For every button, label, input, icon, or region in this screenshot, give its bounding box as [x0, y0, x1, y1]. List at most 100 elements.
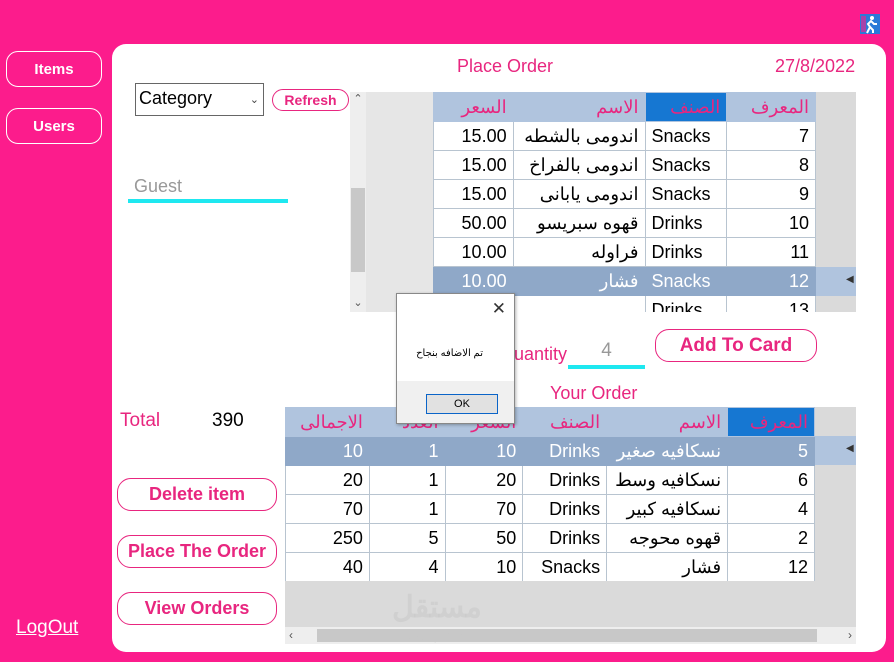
cell-category: Drinks: [644, 208, 728, 238]
cell-price: 50.00: [433, 208, 514, 238]
close-icon[interactable]: ✕: [492, 299, 506, 319]
cell-category: Snacks: [644, 266, 728, 296]
cell-category: Snacks: [644, 121, 728, 151]
scrollbar-thumb[interactable]: [317, 629, 817, 642]
cell-id: 4: [727, 494, 815, 524]
cell-id: 6: [727, 465, 815, 495]
cell-price: 10: [444, 552, 524, 581]
scroll-right-icon[interactable]: ›: [848, 628, 852, 642]
cell-id: 7: [726, 121, 816, 151]
cell-price: 50: [444, 523, 524, 553]
cell-category: Snacks: [644, 179, 728, 209]
cell-id: 13: [726, 295, 816, 312]
order-col-id[interactable]: المعرف: [727, 407, 815, 437]
ok-button[interactable]: OK: [426, 394, 498, 414]
cell-qty: 1: [368, 465, 446, 495]
cell-total: 40: [285, 552, 370, 581]
table-row[interactable]: 15.00 اندومى بالفراخ Snacks 8: [433, 150, 816, 180]
cell-id: 10: [726, 208, 816, 238]
cell-id: 11: [726, 237, 816, 267]
cell-qty: 4: [368, 552, 446, 581]
cell-total: 20: [285, 465, 370, 495]
cell-name: اندومى بالفراخ: [512, 150, 646, 180]
cell-category: Drinks: [644, 237, 728, 267]
items-button[interactable]: Items: [6, 51, 102, 87]
items-col-price[interactable]: السعر: [433, 92, 514, 122]
place-order-title: Place Order: [457, 56, 554, 76]
table-row[interactable]: 15.00 اندومى يابانى Snacks 9: [433, 179, 816, 209]
items-grid: السعر الاسم الصنف المعرف 15.00 اندومى با…: [433, 92, 816, 312]
table-row[interactable]: 10.00 فراوله Drinks 11: [433, 237, 816, 267]
cell-name: نسكافيه وسط: [606, 465, 729, 495]
items-col-category[interactable]: الصنف: [644, 92, 728, 122]
scroll-down-icon[interactable]: ⌄: [350, 296, 366, 309]
cell-price: 20: [444, 465, 524, 495]
row-pointer-icon: ◀: [846, 274, 854, 285]
cell-name: فشار: [606, 552, 729, 581]
scroll-left-icon[interactable]: ‹: [289, 628, 293, 642]
scrollbar-thumb[interactable]: [351, 188, 365, 272]
cell-id: 5: [727, 436, 815, 466]
table-row[interactable]: 50.00 قهوه سبريسو Drinks 10: [433, 208, 816, 238]
cell-id: 12: [726, 266, 816, 296]
table-row-selected[interactable]: 10.00 فشار Snacks 12: [433, 266, 816, 296]
total-value: 390: [212, 410, 244, 431]
cell-name: قهوه سبريسو: [512, 208, 646, 238]
order-date: 27/8/2022: [775, 56, 856, 76]
watermark-logo: مستقل: [392, 591, 482, 624]
users-button[interactable]: Users: [6, 108, 102, 144]
table-row[interactable]: 250 5 50 Drinks قهوه محوجه 2: [285, 523, 815, 553]
cell-name: نسكافيه كبير: [606, 494, 729, 524]
cell-name: اندومى بالشطه: [512, 121, 646, 151]
items-col-name[interactable]: الاسم: [512, 92, 646, 122]
logout-link[interactable]: LogOut: [16, 617, 78, 639]
table-row[interactable]: 40 4 10 Snacks فشار 12: [285, 552, 815, 581]
table-row[interactable]: 70 1 70 Drinks نسكافيه كبير 4: [285, 494, 815, 524]
row-pointer-icon: ◀: [846, 443, 854, 454]
cell-total: 70: [285, 494, 370, 524]
cell-category: Snacks: [644, 150, 728, 180]
quantity-underline: [568, 365, 645, 369]
cell-qty: 1: [368, 436, 446, 466]
place-order-button[interactable]: Place The Order: [117, 535, 277, 568]
refresh-button[interactable]: Refresh: [272, 89, 349, 111]
add-to-card-button[interactable]: Add To Card: [655, 329, 817, 362]
cell-name: اندومى يابانى: [512, 179, 646, 209]
items-grid-gutter: [366, 92, 433, 312]
cell-category: Drinks: [644, 295, 728, 312]
quantity-field[interactable]: 4: [568, 340, 645, 362]
running-man-icon: [860, 14, 880, 34]
customer-name-field[interactable]: Guest: [134, 176, 182, 197]
order-horizontal-scrollbar[interactable]: ‹ ›: [285, 627, 856, 644]
message-dialog: ✕ تم الاضافه بنجاح OK: [396, 293, 515, 424]
cell-category: Drinks: [522, 436, 608, 466]
order-col-category[interactable]: الصنف: [522, 407, 608, 437]
order-grid: الاجمالى العدد السعر الصنف الاسم المعرف …: [285, 407, 815, 581]
table-row[interactable]: 20 1 20 Drinks نسكافيه وسط 6: [285, 465, 815, 495]
cell-qty: 5: [368, 523, 446, 553]
watermark-url: mostaql.com: [394, 628, 468, 643]
table-row-selected[interactable]: 10 1 10 Drinks نسكافيه صغير 5: [285, 436, 815, 466]
items-grid-viewport: السعر الاسم الصنف المعرف 15.00 اندومى با…: [433, 92, 856, 312]
order-grid-viewport: الاجمالى العدد السعر الصنف الاسم المعرف …: [285, 407, 856, 581]
dialog-message: تم الاضافه بنجاح: [416, 348, 483, 359]
view-orders-button[interactable]: View Orders: [117, 592, 277, 625]
cell-price: 70: [444, 494, 524, 524]
scroll-up-icon[interactable]: ⌃: [350, 92, 366, 105]
cell-price: 10.00: [433, 237, 514, 267]
your-order-title: Your Order: [550, 383, 638, 403]
cell-id: 12: [727, 552, 815, 581]
delete-item-button[interactable]: Delete item: [117, 478, 277, 511]
table-row[interactable]: 15.00 اندومى بالشطه Snacks 7: [433, 121, 816, 151]
cell-price: 15.00: [433, 179, 514, 209]
order-col-name[interactable]: الاسم: [606, 407, 729, 437]
cell-id: 8: [726, 150, 816, 180]
category-select[interactable]: Category ⌄: [135, 83, 264, 116]
cell-name: فراوله: [512, 237, 646, 267]
cell-name: قهوه محوجه: [606, 523, 729, 553]
cell-category: Drinks: [522, 494, 608, 524]
customer-name-underline: [128, 199, 288, 203]
items-vertical-scrollbar[interactable]: ⌃ ⌄: [350, 92, 366, 312]
items-col-id[interactable]: المعرف: [726, 92, 816, 122]
order-col-total[interactable]: الاجمالى: [285, 407, 370, 437]
